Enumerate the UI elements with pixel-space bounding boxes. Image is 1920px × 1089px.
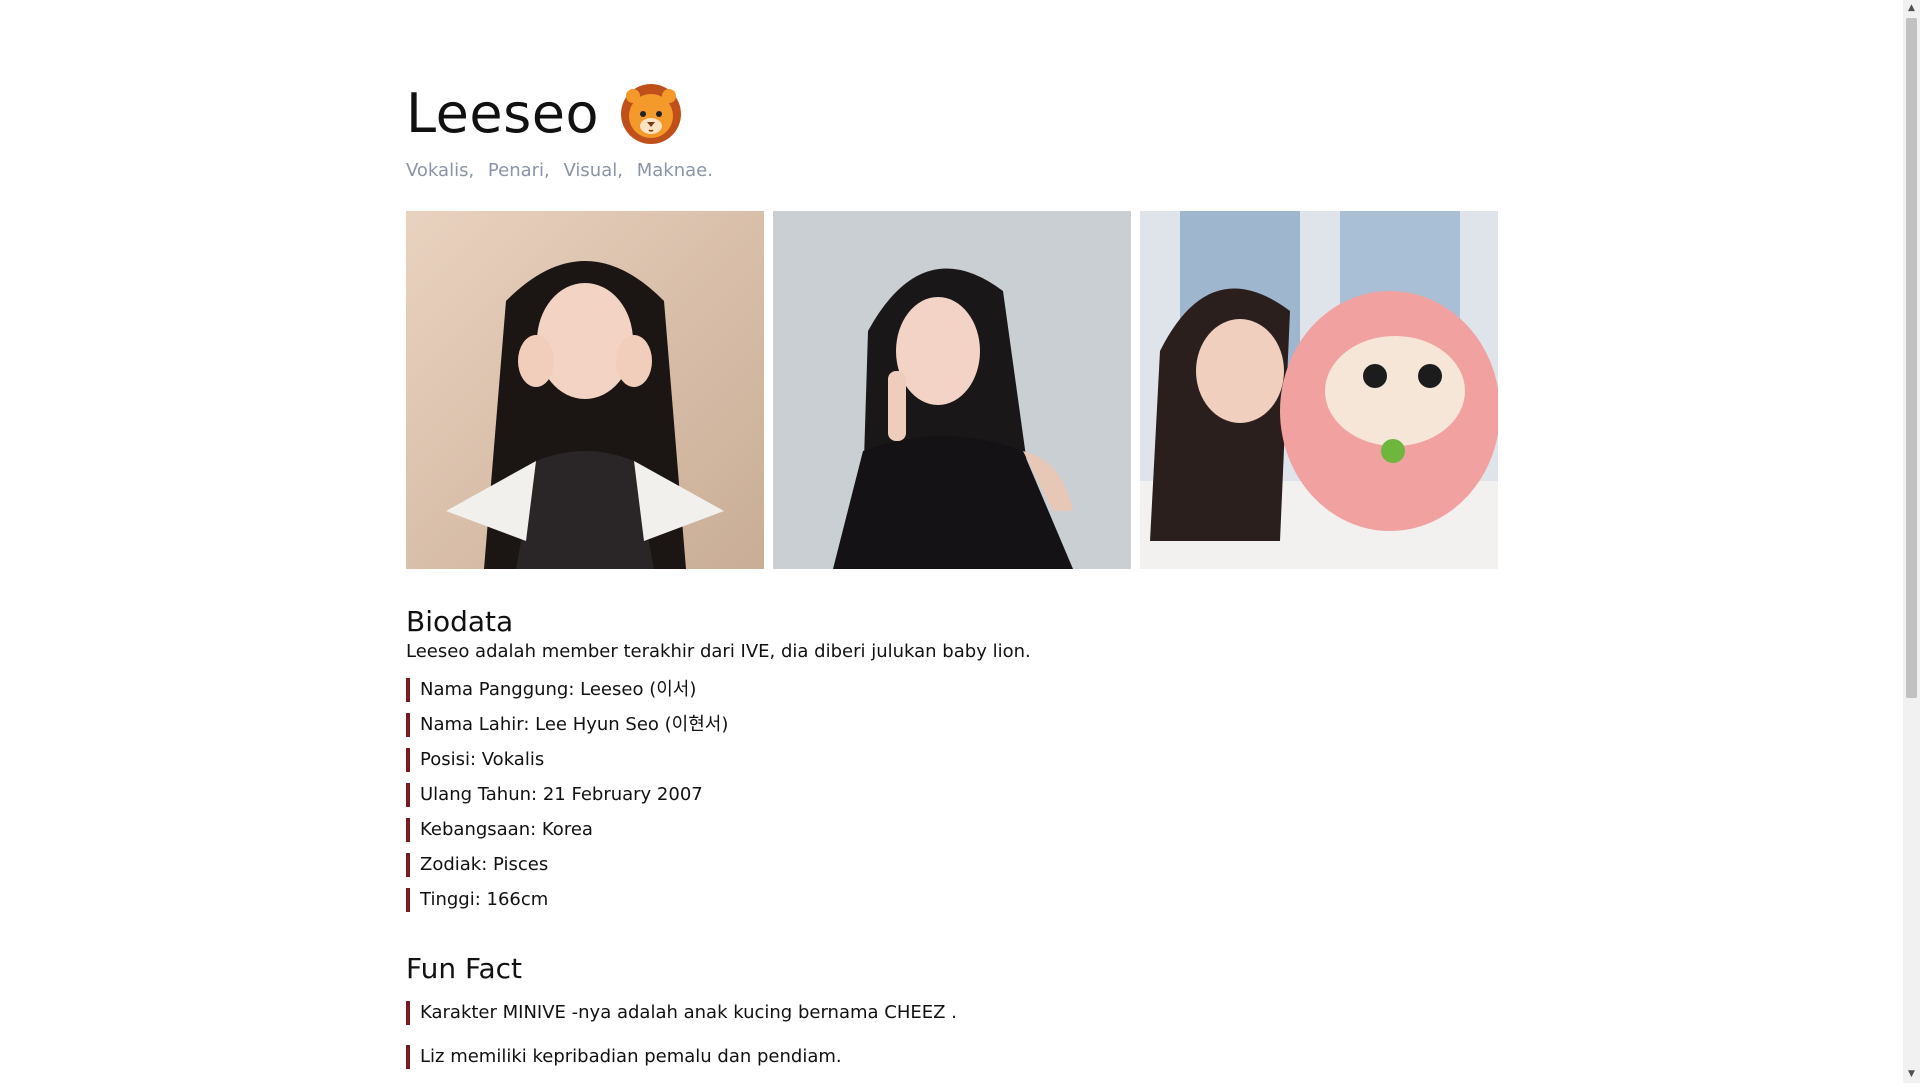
funfact-list: Karakter MINIVE -nya adalah anak kucing …	[406, 1001, 1500, 1070]
scroll-down-arrow-icon[interactable]: ▼	[1903, 1066, 1920, 1083]
biodata-item: Kebangsaan: Korea	[406, 817, 1500, 842]
funfact-item: Liz memiliki kepribadian pemalu dan pend…	[406, 1045, 1500, 1070]
title-row: Leeseo	[406, 78, 1500, 150]
role-tag: Maknae.	[636, 160, 713, 181]
biodata-item: Tinggi: 166cm	[406, 887, 1500, 912]
role-tag: Visual,	[563, 160, 623, 181]
biodata-item: Zodiak: Pisces	[406, 852, 1500, 877]
photo-gallery	[406, 211, 1500, 569]
funfact-item: Karakter MINIVE -nya adalah anak kucing …	[406, 1001, 1500, 1026]
scroll-up-arrow-icon[interactable]: ▲	[1903, 0, 1920, 17]
biodata-heading: Biodata	[406, 605, 514, 638]
biodata-list: Nama Panggung: Leeseo (이서) Nama Lahir: L…	[406, 677, 1500, 912]
biodata-intro: Leeseo adalah member terakhir dari IVE, …	[406, 640, 1031, 662]
biodata-item: Nama Panggung: Leeseo (이서)	[406, 677, 1500, 702]
page: Leeseo Vokalis, Penari, Visual, Maknae.	[0, 0, 1903, 1083]
lion-face-icon	[620, 84, 681, 144]
leeseo-photo-2	[773, 211, 1131, 569]
leeseo-photo-3	[1140, 211, 1498, 569]
roles-list: Vokalis, Penari, Visual, Maknae.	[406, 160, 1500, 181]
funfact-heading: Fun Fact	[406, 951, 523, 985]
page-title: Leeseo	[406, 82, 599, 145]
biodata-item: Nama Lahir: Lee Hyun Seo (이현서)	[406, 712, 1500, 737]
vertical-scrollbar[interactable]: ▲ ▼	[1903, 0, 1920, 1083]
role-tag: Penari,	[487, 160, 550, 181]
scrollbar-thumb[interactable]	[1906, 18, 1917, 698]
leeseo-photo-1	[406, 211, 764, 569]
biodata-item: Ulang Tahun: 21 February 2007	[406, 782, 1500, 807]
biodata-item: Posisi: Vokalis	[406, 747, 1500, 772]
role-tag: Vokalis,	[406, 160, 475, 181]
profile-content: Leeseo Vokalis, Penari, Visual, Maknae.	[406, 78, 1500, 1089]
